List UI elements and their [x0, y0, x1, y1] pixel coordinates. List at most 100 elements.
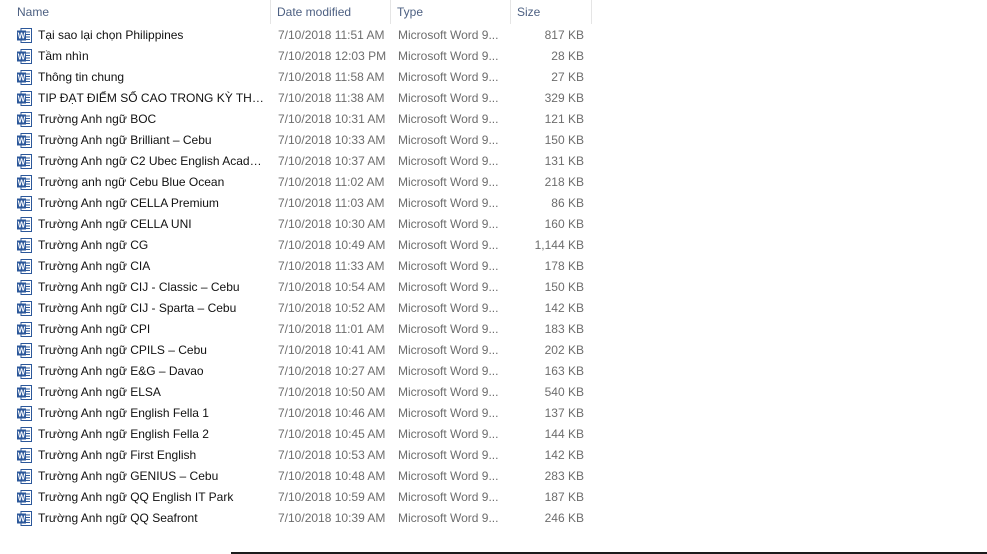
svg-text:W: W: [18, 158, 26, 167]
svg-text:W: W: [18, 179, 26, 188]
svg-text:W: W: [18, 494, 26, 503]
file-row[interactable]: W TIP ĐẠT ĐIỂM SỐ CAO TRONG KỲ THI IE... 7…: [0, 88, 600, 109]
file-type: Microsoft Word 9...: [398, 238, 499, 252]
svg-text:W: W: [18, 347, 26, 356]
file-date-modified: 7/10/2018 12:03 PM: [278, 49, 387, 63]
file-row[interactable]: W Trường Anh ngữ CELLA UNI 7/10/2018 10:30…: [0, 214, 600, 235]
file-row[interactable]: W Tại sao lại chọn Philippines 7/10/2018 1…: [0, 25, 600, 46]
file-size: 540 KB: [544, 385, 584, 399]
column-header-size[interactable]: Size: [511, 0, 592, 24]
file-row[interactable]: W Trường Anh ngữ BOC 7/10/2018 10:31 AM Mic…: [0, 109, 600, 130]
file-date-modified: 7/10/2018 11:02 AM: [278, 175, 385, 189]
file-size: 150 KB: [544, 280, 584, 294]
word-document-icon: W: [17, 46, 33, 67]
word-document-icon: W: [17, 508, 33, 529]
word-document-icon: W: [17, 88, 33, 109]
file-row[interactable]: W Trường Anh ngữ E&G – Davao 7/10/2018 10:…: [0, 361, 600, 382]
file-name: Trường Anh ngữ BOC: [38, 112, 157, 126]
file-row[interactable]: W Trường Anh ngữ CELLA Premium 7/10/2018 1…: [0, 193, 600, 214]
word-document-icon: W: [17, 298, 33, 319]
word-document-icon: W: [17, 361, 33, 382]
file-row[interactable]: W Trường Anh ngữ English Fella 1 7/10/2018…: [0, 403, 600, 424]
file-size: 817 KB: [544, 28, 584, 42]
file-size: 150 KB: [544, 133, 584, 147]
file-date-modified: 7/10/2018 10:30 AM: [278, 217, 386, 231]
word-document-icon: W: [17, 445, 33, 466]
file-name: TIP ĐẠT ĐIỂM SỐ CAO TRONG KỲ THI IE...: [38, 91, 266, 105]
file-row[interactable]: W Trường Anh ngữ CG 7/10/2018 10:49 AM Micr…: [0, 235, 600, 256]
file-name: Thông tin chung: [38, 70, 125, 84]
file-row[interactable]: W Trường Anh ngữ First English 7/10/2018 1…: [0, 445, 600, 466]
file-row[interactable]: W Trường Anh ngữ ELSA 7/10/2018 10:50 AM Mi…: [0, 382, 600, 403]
file-row[interactable]: W Trường Anh ngữ English Fella 2 7/10/2018…: [0, 424, 600, 445]
file-name: Trường Anh ngữ First English: [38, 448, 197, 462]
file-row[interactable]: W Trường Anh ngữ CIA 7/10/2018 11:33 AM Mic…: [0, 256, 600, 277]
file-type: Microsoft Word 9...: [398, 427, 499, 441]
file-type: Microsoft Word 9...: [398, 490, 499, 504]
file-name: Trường Anh ngữ CELLA UNI: [38, 217, 192, 231]
file-row[interactable]: W Trường Anh ngữ CPI 7/10/2018 11:01 AM Mic…: [0, 319, 600, 340]
file-date-modified: 7/10/2018 10:52 AM: [278, 301, 386, 315]
svg-text:W: W: [18, 116, 26, 125]
word-document-icon: W: [17, 130, 33, 151]
file-type: Microsoft Word 9...: [398, 28, 499, 42]
file-date-modified: 7/10/2018 11:03 AM: [278, 196, 385, 210]
file-row[interactable]: W Trường Anh ngữ GENIUS – Cebu 7/10/2018 1…: [0, 466, 600, 487]
svg-text:W: W: [18, 515, 26, 524]
file-row[interactable]: W Trường Anh ngữ QQ English IT Park 7/10/2…: [0, 487, 600, 508]
column-header-bar: ⌃ Name Date modified Type Size: [0, 0, 592, 24]
file-name: Trường Anh ngữ CG: [38, 238, 149, 252]
file-type: Microsoft Word 9...: [398, 154, 499, 168]
file-type: Microsoft Word 9...: [398, 511, 499, 525]
svg-text:W: W: [18, 242, 26, 251]
file-row[interactable]: W Trường Anh ngữ Brilliant – Cebu 7/10/201…: [0, 130, 600, 151]
word-document-icon: W: [17, 487, 33, 508]
svg-text:W: W: [18, 74, 26, 83]
file-name: Trường Anh ngữ English Fella 2: [38, 427, 209, 441]
file-name: Trường Anh ngữ QQ English IT Park: [38, 490, 234, 504]
file-row[interactable]: W Trường anh ngữ Cebu Blue Ocean 7/10/2018…: [0, 172, 600, 193]
file-row[interactable]: W Thông tin chung 7/10/2018 11:58 AM Micros…: [0, 67, 600, 88]
word-document-icon: W: [17, 256, 33, 277]
file-type: Microsoft Word 9...: [398, 112, 499, 126]
file-size: 178 KB: [544, 259, 584, 273]
file-row[interactable]: W Trường Anh ngữ C2 Ubec English Acade...…: [0, 151, 600, 172]
file-type: Microsoft Word 9...: [398, 49, 499, 63]
word-document-icon: W: [17, 25, 33, 46]
file-size: 246 KB: [544, 511, 584, 525]
file-row[interactable]: W Trường Anh ngữ CPILS – Cebu 7/10/2018 10…: [0, 340, 600, 361]
svg-text:W: W: [18, 221, 26, 230]
file-size: 137 KB: [544, 406, 584, 420]
file-date-modified: 7/10/2018 10:50 AM: [278, 385, 386, 399]
svg-text:W: W: [18, 137, 26, 146]
file-date-modified: 7/10/2018 10:27 AM: [278, 364, 386, 378]
file-row[interactable]: W Trường Anh ngữ QQ Seafront 7/10/2018 10:…: [0, 508, 600, 529]
file-name: Trường Anh ngữ CELLA Premium: [38, 196, 219, 210]
file-type: Microsoft Word 9...: [398, 70, 499, 84]
file-date-modified: 7/10/2018 10:45 AM: [278, 427, 386, 441]
file-name: Trường Anh ngữ GENIUS – Cebu: [38, 469, 219, 483]
file-date-modified: 7/10/2018 10:31 AM: [278, 112, 386, 126]
file-row[interactable]: W Tầm nhìn 7/10/2018 12:03 PM Microsoft Wor…: [0, 46, 600, 67]
word-document-icon: W: [17, 319, 33, 340]
file-size: 142 KB: [544, 448, 584, 462]
svg-text:W: W: [18, 263, 26, 272]
svg-text:W: W: [18, 389, 26, 398]
file-size: 160 KB: [544, 217, 584, 231]
file-size: 183 KB: [544, 322, 584, 336]
file-size: 202 KB: [544, 343, 584, 357]
column-header-type[interactable]: Type: [391, 0, 511, 24]
column-header-name[interactable]: Name: [11, 0, 271, 24]
file-date-modified: 7/10/2018 10:49 AM: [278, 238, 386, 252]
file-name: Trường Anh ngữ CIJ - Sparta – Cebu: [38, 301, 237, 315]
file-name: Tại sao lại chọn Philippines: [38, 28, 184, 42]
file-row[interactable]: W Trường Anh ngữ CIJ - Sparta – Cebu 7/10/…: [0, 298, 600, 319]
file-type: Microsoft Word 9...: [398, 364, 499, 378]
file-row[interactable]: W Trường Anh ngữ CIJ - Classic – Cebu 7/10…: [0, 277, 600, 298]
file-list: W Tại sao lại chọn Philippines 7/10/2018 1…: [0, 25, 600, 529]
file-name: Trường Anh ngữ ELSA: [38, 385, 161, 399]
file-name: Trường Anh ngữ CPI: [38, 322, 151, 336]
column-header-date-modified[interactable]: Date modified: [271, 0, 391, 24]
file-name: Trường Anh ngữ CIA: [38, 259, 151, 273]
file-size: 142 KB: [544, 301, 584, 315]
